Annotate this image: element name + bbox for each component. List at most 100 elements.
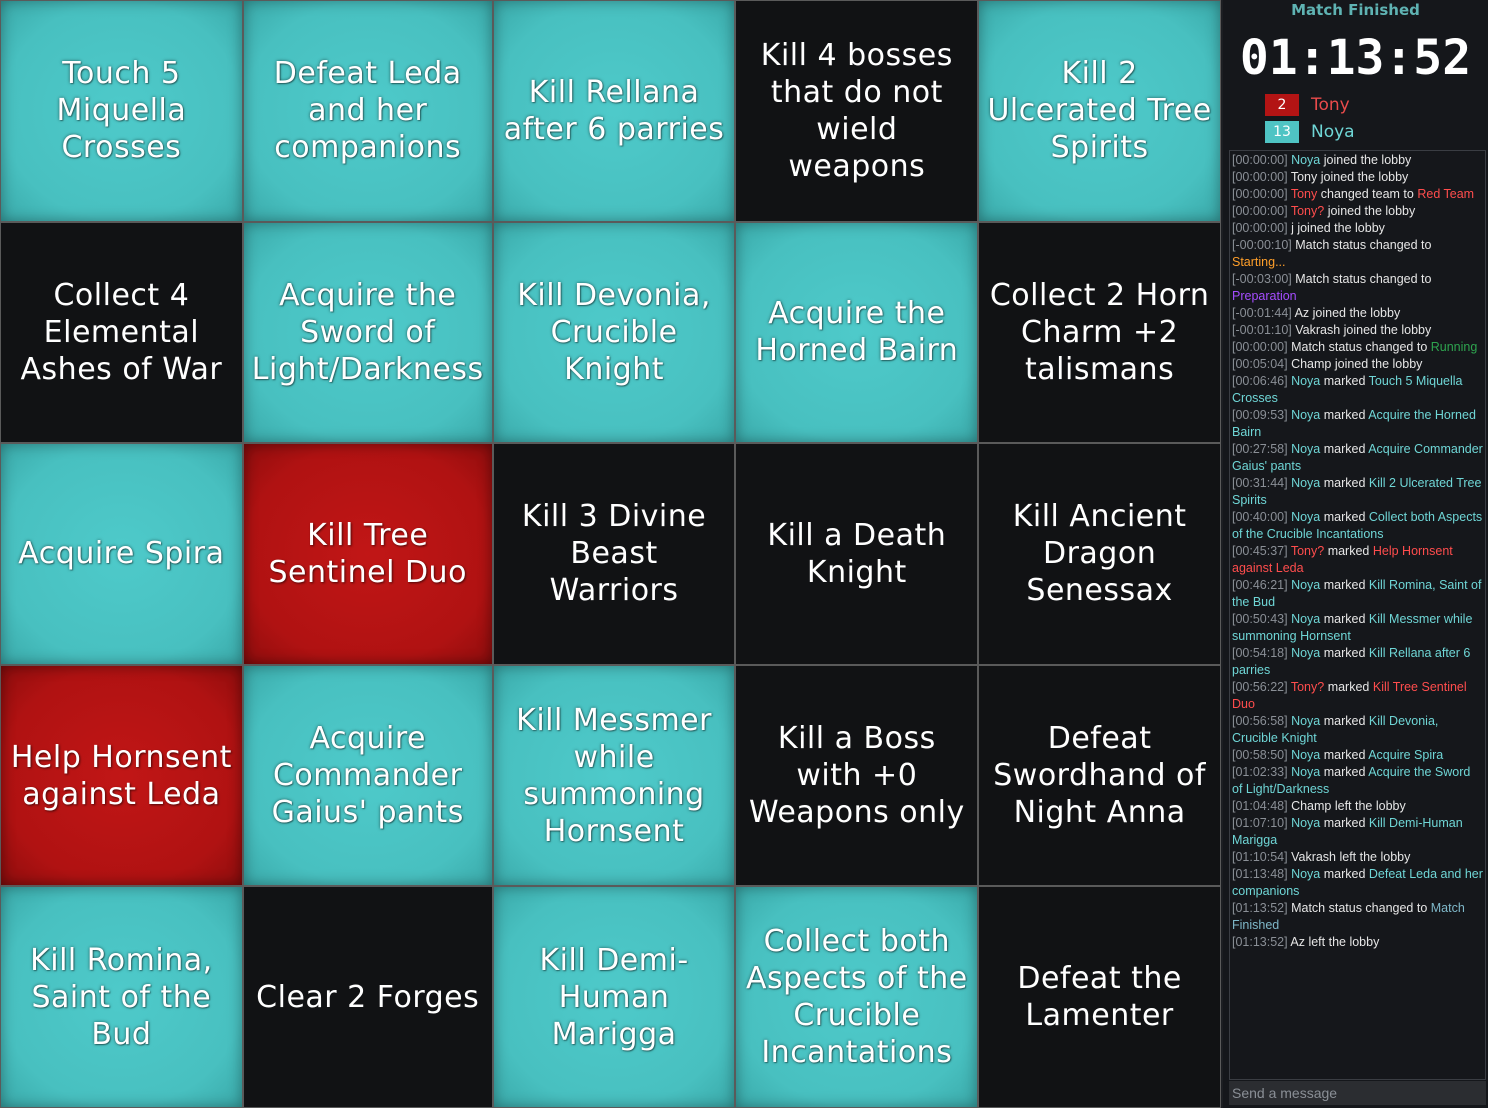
log-segment: Match status changed to [1291,340,1431,354]
log-segment: marked [1320,867,1369,881]
bingo-cell[interactable]: Acquire the Sword of Light/Darkness [243,222,492,443]
log-segment: changed team to [1317,187,1418,201]
log-segment: Noya [1291,510,1321,524]
log-segment: Tony joined the lobby [1290,170,1409,184]
sidebar: Match Finished 01:13:52 2 Tony 13 Noya [… [1223,0,1488,1108]
log-entry: [00:27:58] Noya marked Acquire Commander… [1232,441,1483,475]
log-segment: [00:00:00] [1232,340,1292,354]
log-segment: [01:13:48] [1232,867,1292,881]
log-segment: Red Team [1417,187,1475,201]
chat-message-input[interactable] [1229,1081,1486,1105]
bingo-cell[interactable]: Kill a Death Knight [736,444,978,664]
bingo-cell[interactable]: Kill Demi-Human Marigga [493,887,735,1107]
log-segment: j joined the lobby [1291,221,1385,235]
log-segment: [00:00:00] [1232,204,1291,218]
log-entry: [00:06:46] Noya marked Touch 5 Miquella … [1232,373,1483,407]
bingo-cell[interactable]: Kill Devonia, Crucible Knight [493,222,735,443]
log-entry: [00:00:00] Tony changed team to Red Team [1232,186,1483,203]
log-segment: [01:02:33] [1232,765,1292,779]
log-segment: Noya [1291,748,1321,762]
log-entry: [00:46:21] Noya marked Kill Romina, Sain… [1232,577,1483,611]
log-entry: [-00:01:44] Az joined the lobby [1232,305,1483,322]
log-segment: joined the lobby [1324,204,1416,218]
log-segment: Noya [1291,714,1321,728]
bingo-board: Touch 5 Miquella Crosses Defeat Leda and… [0,0,1221,1108]
log-entry: [01:02:33] Noya marked Acquire the Sword… [1232,764,1483,798]
team-teal-score: 13 [1265,121,1299,143]
log-entry: [00:05:04] Champ joined the lobby [1232,356,1483,373]
bingo-cell[interactable]: Defeat Leda and her companions [243,1,492,221]
log-segment: marked [1320,765,1369,779]
log-segment: Match status changed to [1295,272,1432,286]
bingo-cell[interactable]: Touch 5 Miquella Crosses [1,1,242,221]
bingo-cell[interactable]: Kill 3 Divine Beast Warriors [493,444,735,664]
log-segment: [00:40:00] [1232,510,1292,524]
log-entry: [00:40:00] Noya marked Collect both Aspe… [1232,509,1483,543]
log-segment: [01:13:52] [1232,901,1292,915]
log-entry: [00:00:00] Tony? joined the lobby [1232,203,1483,220]
match-timer: 01:13:52 [1239,30,1472,86]
log-segment: marked [1320,476,1369,490]
team-red-row: 2 Tony [1265,93,1350,117]
log-segment: Noya [1291,578,1321,592]
bingo-cell[interactable]: Acquire Commander Gaius' pants [243,665,492,886]
bingo-cell[interactable]: Collect 4 Elemental Ashes of War [1,222,242,443]
team-teal-player: Noya [1311,122,1355,142]
log-entry: [00:56:22] Tony? marked Kill Tree Sentin… [1232,679,1483,713]
log-segment: Match status changed to [1291,901,1431,915]
log-segment: Noya [1291,765,1321,779]
bingo-cell[interactable]: Acquire Spira [1,444,242,664]
log-segment: marked [1320,408,1369,422]
log-entry: [01:13:52] Match status changed to Match… [1232,900,1483,934]
log-segment: [00:58:50] [1232,748,1292,762]
log-segment: marked [1320,612,1369,626]
log-entry: [-00:00:10] Match status changed to Star… [1232,237,1483,271]
log-segment: Noya [1291,408,1321,422]
log-segment: [00:06:46] [1232,374,1292,388]
log-entry: [01:04:48] Champ left the lobby [1232,798,1483,815]
bingo-cell[interactable]: Collect both Aspects of the Crucible Inc… [736,887,978,1107]
log-entry: [-00:03:00] Match status changed to Prep… [1232,271,1483,305]
log-segment: [-00:03:00] [1232,272,1296,286]
log-segment: [00:54:18] [1232,646,1292,660]
team-red-player: Tony [1311,95,1350,115]
log-segment: [00:00:00] [1232,187,1291,201]
bingo-cell[interactable]: Kill 2 Ulcerated Tree Spirits [979,1,1220,221]
log-entry: [-00:01:10] Vakrash joined the lobby [1232,322,1483,339]
bingo-cell[interactable]: Kill a Boss with +0 Weapons only [736,665,978,886]
bingo-cell[interactable]: Help Hornsent against Leda [1,665,242,886]
bingo-cell[interactable]: Kill Romina, Saint of the Bud [1,887,242,1107]
chat-log[interactable]: [00:00:00] Noya joined the lobby [00:00:0… [1229,150,1486,1080]
log-segment: Preparation [1232,289,1297,303]
log-entry: [00:00:00] Noya joined the lobby [1232,152,1483,169]
log-segment: [-00:01:10] [1232,323,1296,337]
bingo-cell[interactable]: Kill Rellana after 6 parries [493,1,735,221]
log-segment: marked [1320,714,1369,728]
bingo-cell[interactable]: Defeat the Lamenter [979,887,1220,1107]
log-segment: Tony [1290,187,1318,201]
log-segment: marked [1320,442,1369,456]
bingo-cell[interactable]: Acquire the Horned Bairn [736,222,978,443]
log-segment: Noya [1291,612,1321,626]
log-segment: [01:10:54] [1232,850,1292,864]
bingo-cell[interactable]: Kill Tree Sentinel Duo [243,444,492,664]
bingo-cell[interactable]: Kill 4 bosses that do not wield weapons [736,1,978,221]
bingo-cell[interactable]: Collect 2 Horn Charm +2 talismans [979,222,1220,443]
log-segment: Noya [1291,867,1321,881]
bingo-cell[interactable]: Kill Messmer while summoning Hornsent [493,665,735,886]
log-segment: [00:56:22] [1232,680,1291,694]
log-segment: [01:13:52] [1232,935,1291,949]
log-entry: [00:50:43] Noya marked Kill Messmer whil… [1232,611,1483,645]
log-segment: marked [1324,544,1373,558]
log-segment: Champ left the lobby [1291,799,1406,813]
log-segment: [01:04:48] [1232,799,1292,813]
log-segment: [-00:00:10] [1232,238,1296,252]
log-entry: [00:09:53] Noya marked Acquire the Horne… [1232,407,1483,441]
bingo-cell[interactable]: Clear 2 Forges [243,887,492,1107]
log-entry: [00:56:58] Noya marked Kill Devonia, Cru… [1232,713,1483,747]
log-entry: [00:00:00] j joined the lobby [1232,220,1483,237]
bingo-cell[interactable]: Kill Ancient Dragon Senessax [979,444,1220,664]
log-segment: Az left the lobby [1290,935,1380,949]
log-segment: Tony? [1290,544,1325,558]
bingo-cell[interactable]: Defeat Swordhand of Night Anna [979,665,1220,886]
